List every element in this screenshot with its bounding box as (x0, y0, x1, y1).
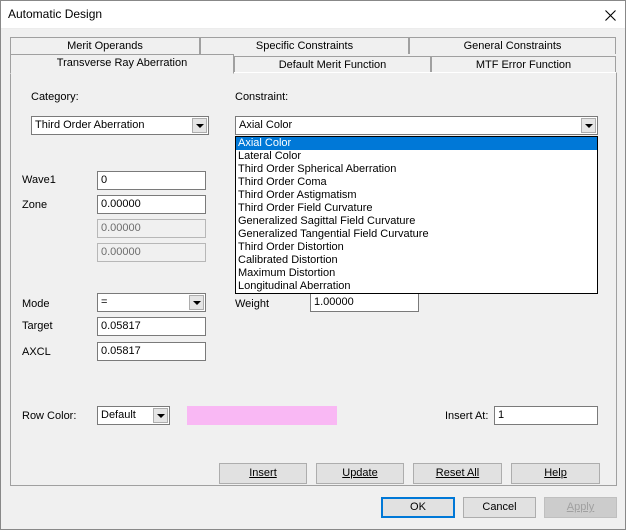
chevron-down-icon[interactable] (189, 295, 204, 310)
automatic-design-dialog: Automatic Design Merit Operands Specific… (0, 0, 626, 530)
insert-at-input[interactable]: 1 (494, 406, 598, 425)
title-bar: Automatic Design (1, 1, 625, 29)
tab-specific-constraints[interactable]: Specific Constraints (200, 37, 409, 54)
mode-select[interactable]: = (97, 293, 206, 312)
cancel-button[interactable]: Cancel (463, 497, 536, 518)
constraint-value: Axial Color (239, 119, 293, 131)
mode-label: Mode (22, 298, 50, 310)
dropdown-option[interactable]: Axial Color (236, 137, 597, 150)
dropdown-option[interactable]: Third Order Distortion (236, 241, 597, 254)
update-button[interactable]: Update (316, 463, 404, 484)
weight-input[interactable]: 1.00000 (310, 293, 419, 312)
row-color-select[interactable]: Default (97, 406, 170, 425)
insert-button-label: Insert (249, 467, 277, 479)
dropdown-option[interactable]: Generalized Sagittal Field Curvature (236, 215, 597, 228)
close-button[interactable] (595, 1, 625, 29)
reset-all-button-label: Reset All (435, 467, 480, 479)
zone-label: Zone (22, 199, 48, 211)
row-color-label: Row Color: (22, 410, 77, 422)
target-label: Target (22, 320, 53, 332)
target-input[interactable]: 0.05817 (97, 317, 206, 336)
insert-button[interactable]: Insert (219, 463, 307, 484)
insert-at-label: Insert At: (445, 410, 489, 422)
constraint-select[interactable]: Axial Color (235, 116, 598, 135)
tab-transverse-ray-aberration[interactable]: Transverse Ray Aberration (10, 54, 234, 74)
mode-value: = (101, 296, 108, 308)
category-value: Third Order Aberration (35, 119, 145, 131)
dropdown-option[interactable]: Lateral Color (236, 150, 597, 163)
weight-label: Weight (235, 298, 270, 310)
category-select[interactable]: Third Order Aberration (31, 116, 209, 135)
reset-all-button[interactable]: Reset All (413, 463, 502, 484)
dropdown-option[interactable]: Generalized Tangential Field Curvature (236, 228, 597, 241)
axcl-label: AXCL (22, 346, 51, 358)
axcl-input[interactable]: 0.05817 (97, 342, 206, 361)
help-button-label: Help (544, 467, 567, 479)
window-title: Automatic Design (8, 7, 103, 21)
dropdown-option[interactable]: Third Order Spherical Aberration (236, 163, 597, 176)
dropdown-option[interactable]: Calibrated Distortion (236, 254, 597, 267)
dropdown-option[interactable]: Maximum Distortion (236, 267, 597, 280)
dropdown-option[interactable]: Third Order Coma (236, 176, 597, 189)
constraint-dropdown-list[interactable]: Axial Color Lateral Color Third Order Sp… (235, 136, 598, 294)
tab-merit-operands[interactable]: Merit Operands (10, 37, 200, 54)
dropdown-option[interactable]: Longitudinal Aberration (236, 280, 597, 293)
category-label: Category: (31, 91, 79, 103)
zone-input-3: 0.00000 (97, 243, 206, 262)
chevron-down-icon[interactable] (153, 408, 168, 423)
zone-input-2: 0.00000 (97, 219, 206, 238)
help-button[interactable]: Help (511, 463, 600, 484)
wave-input[interactable]: 0 (97, 171, 206, 190)
apply-button: Apply (544, 497, 617, 518)
chevron-down-icon[interactable] (192, 118, 207, 133)
apply-button-label: Apply (566, 501, 595, 513)
dropdown-option[interactable]: Third Order Field Curvature (236, 202, 597, 215)
close-icon (604, 9, 616, 21)
update-button-label: Update (342, 467, 378, 479)
tab-general-constraints[interactable]: General Constraints (409, 37, 616, 54)
ok-button[interactable]: OK (381, 497, 455, 518)
row-color-value: Default (101, 409, 136, 421)
zone-input[interactable]: 0.00000 (97, 195, 206, 214)
dropdown-option[interactable]: Third Order Astigmatism (236, 189, 597, 202)
constraint-label: Constraint: (235, 91, 289, 103)
row-color-swatch (187, 406, 337, 425)
chevron-down-icon[interactable] (581, 118, 596, 133)
wave-label: Wave1 (22, 174, 56, 186)
